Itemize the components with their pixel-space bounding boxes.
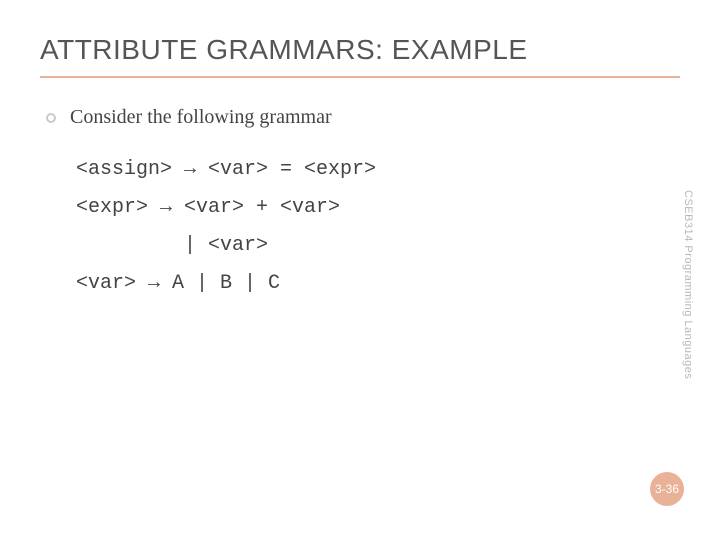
bullet-item: Consider the following grammar [46,106,680,129]
slide: ATTRIBUTE GRAMMARS: EXAMPLE Consider the… [0,0,720,540]
page-number-badge: 3-36 [650,472,684,506]
slide-title: ATTRIBUTE GRAMMARS: EXAMPLE [40,34,680,78]
course-label: CSEB314 Programming Languages [682,190,694,379]
grammar-block: <assign> → <var> = <expr> <expr> → <var>… [46,151,680,303]
bullet-icon [46,113,56,123]
bullet-text: Consider the following grammar [70,106,332,129]
slide-body: Consider the following grammar <assign> … [40,106,680,303]
